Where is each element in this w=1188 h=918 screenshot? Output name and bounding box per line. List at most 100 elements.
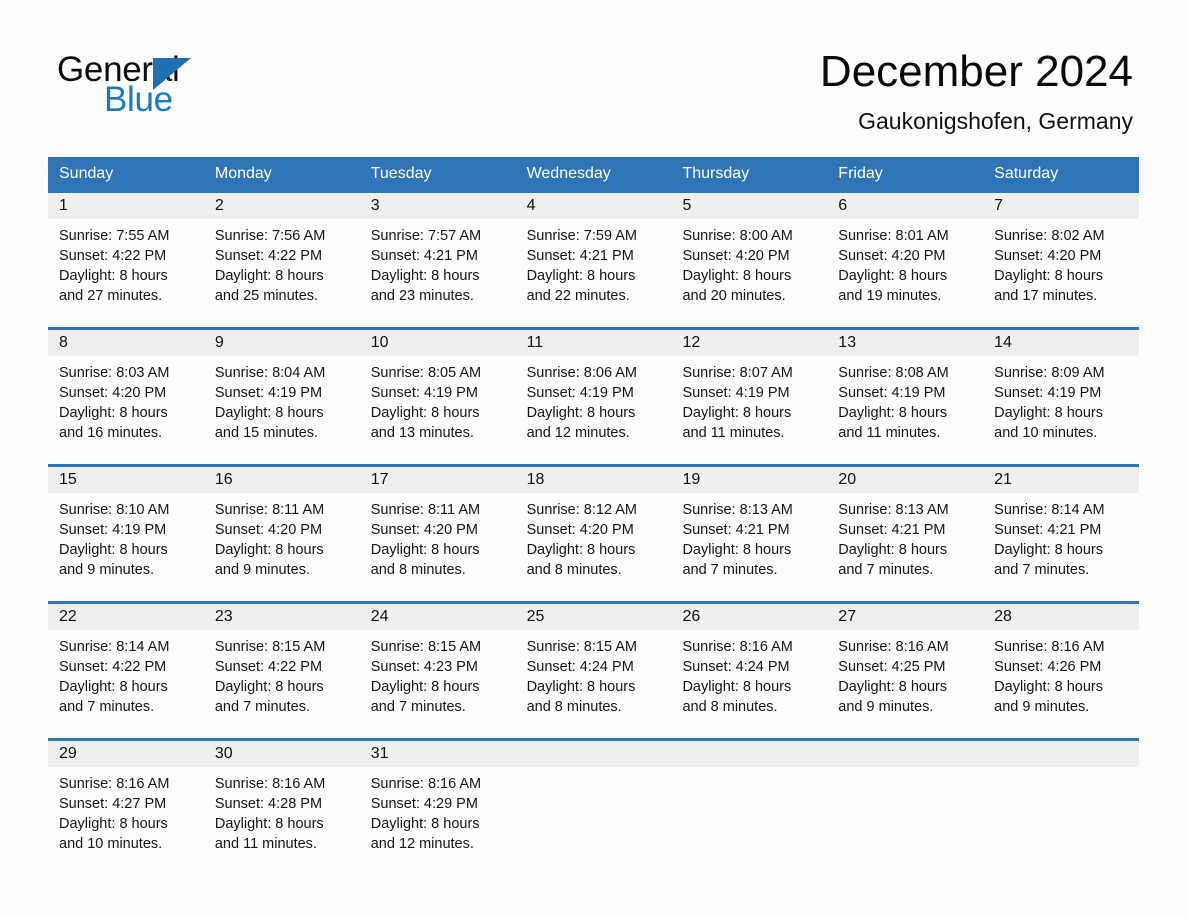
daylight-text-line1: Daylight: 8 hours bbox=[214, 405, 324, 421]
day-cell[interactable]: Sunrise: 8:02 AM Sunset: 4:20 PM Dayligh… bbox=[983, 219, 1139, 327]
day-cell[interactable]: Sunrise: 8:09 AM Sunset: 4:19 PM Dayligh… bbox=[983, 356, 1139, 464]
day-number[interactable]: 18 bbox=[516, 467, 672, 493]
daylight-text-line2: and 11 minutes. bbox=[214, 836, 317, 852]
daylight-text-line1: Daylight: 8 hours bbox=[59, 542, 168, 558]
sunset-text: Sunset: 4:21 PM bbox=[682, 522, 790, 538]
day-number[interactable]: 23 bbox=[204, 604, 360, 630]
day-number[interactable]: 28 bbox=[983, 604, 1139, 630]
daylight-text-line1: Daylight: 8 hours bbox=[59, 268, 168, 284]
day-number[interactable]: 1 bbox=[48, 193, 204, 219]
day-number[interactable]: 17 bbox=[360, 467, 516, 493]
daylight-text-line2: and 7 minutes. bbox=[370, 699, 466, 715]
day-cell[interactable]: Sunrise: 8:03 AM Sunset: 4:20 PM Dayligh… bbox=[48, 356, 204, 464]
day-number[interactable]: 9 bbox=[204, 330, 360, 356]
day-number[interactable]: 30 bbox=[204, 741, 360, 767]
daylight-text-line2: and 10 minutes. bbox=[994, 425, 1098, 441]
day-cell[interactable]: Sunrise: 7:59 AM Sunset: 4:21 PM Dayligh… bbox=[516, 219, 672, 327]
day-cell[interactable]: Sunrise: 8:15 AM Sunset: 4:22 PM Dayligh… bbox=[204, 630, 360, 738]
day-number[interactable]: 15 bbox=[48, 467, 204, 493]
sunset-text: Sunset: 4:20 PM bbox=[214, 522, 323, 538]
sunset-text: Sunset: 4:21 PM bbox=[370, 248, 478, 264]
day-number[interactable]: 3 bbox=[360, 193, 516, 219]
sunset-text: Sunset: 4:25 PM bbox=[838, 659, 946, 675]
sunset-text: Sunset: 4:22 PM bbox=[59, 659, 167, 675]
day-cell[interactable]: Sunrise: 8:10 AM Sunset: 4:19 PM Dayligh… bbox=[48, 493, 204, 601]
day-number[interactable]: 6 bbox=[827, 193, 983, 219]
generalblue-logo[interactable]: General Blue bbox=[57, 50, 257, 120]
day-cell-empty bbox=[671, 767, 827, 871]
sunrise-text: Sunrise: 8:15 AM bbox=[370, 639, 482, 655]
day-number-empty bbox=[827, 741, 983, 767]
day-number[interactable]: 20 bbox=[827, 467, 983, 493]
day-cell[interactable]: Sunrise: 8:16 AM Sunset: 4:24 PM Dayligh… bbox=[671, 630, 827, 738]
sunset-text: Sunset: 4:19 PM bbox=[838, 385, 946, 401]
day-cell[interactable]: Sunrise: 8:16 AM Sunset: 4:28 PM Dayligh… bbox=[204, 767, 360, 871]
day-number[interactable]: 16 bbox=[204, 467, 360, 493]
day-cell[interactable]: Sunrise: 7:55 AM Sunset: 4:22 PM Dayligh… bbox=[48, 219, 204, 327]
day-number[interactable]: 29 bbox=[48, 741, 204, 767]
sunset-text: Sunset: 4:22 PM bbox=[59, 248, 167, 264]
day-cell[interactable]: Sunrise: 8:06 AM Sunset: 4:19 PM Dayligh… bbox=[516, 356, 672, 464]
daylight-text-line1: Daylight: 8 hours bbox=[838, 405, 948, 421]
day-number[interactable]: 11 bbox=[516, 330, 672, 356]
weekday-header-friday: Friday bbox=[838, 165, 883, 182]
daylight-text-line1: Daylight: 8 hours bbox=[214, 268, 324, 284]
day-number[interactable]: 22 bbox=[48, 604, 204, 630]
daylight-text-line1: Daylight: 8 hours bbox=[994, 679, 1103, 695]
day-cell[interactable]: Sunrise: 8:11 AM Sunset: 4:20 PM Dayligh… bbox=[360, 493, 516, 601]
daylight-text-line2: and 9 minutes. bbox=[994, 699, 1090, 715]
day-cell[interactable]: Sunrise: 8:16 AM Sunset: 4:27 PM Dayligh… bbox=[48, 767, 204, 871]
day-number[interactable]: 27 bbox=[827, 604, 983, 630]
daylight-text-line1: Daylight: 8 hours bbox=[526, 542, 636, 558]
day-number[interactable]: 24 bbox=[360, 604, 516, 630]
day-cell[interactable]: Sunrise: 8:15 AM Sunset: 4:24 PM Dayligh… bbox=[516, 630, 672, 738]
day-cell-empty bbox=[827, 767, 983, 871]
day-number[interactable]: 19 bbox=[671, 467, 827, 493]
day-cell[interactable]: Sunrise: 8:16 AM Sunset: 4:29 PM Dayligh… bbox=[360, 767, 516, 871]
day-cell[interactable]: Sunrise: 8:13 AM Sunset: 4:21 PM Dayligh… bbox=[671, 493, 827, 601]
daylight-text-line1: Daylight: 8 hours bbox=[838, 542, 948, 558]
daylight-text-line1: Daylight: 8 hours bbox=[370, 816, 480, 832]
day-number[interactable]: 26 bbox=[671, 604, 827, 630]
day-cell[interactable]: Sunrise: 8:15 AM Sunset: 4:23 PM Dayligh… bbox=[360, 630, 516, 738]
day-cell[interactable]: Sunrise: 8:08 AM Sunset: 4:19 PM Dayligh… bbox=[827, 356, 983, 464]
day-cell[interactable]: Sunrise: 8:04 AM Sunset: 4:19 PM Dayligh… bbox=[204, 356, 360, 464]
day-number[interactable]: 4 bbox=[516, 193, 672, 219]
day-number[interactable]: 31 bbox=[360, 741, 516, 767]
sunrise-text: Sunrise: 8:03 AM bbox=[59, 365, 170, 381]
day-number[interactable]: 2 bbox=[204, 193, 360, 219]
day-number[interactable]: 5 bbox=[671, 193, 827, 219]
day-cell[interactable]: Sunrise: 7:56 AM Sunset: 4:22 PM Dayligh… bbox=[204, 219, 360, 327]
sunrise-text: Sunrise: 7:56 AM bbox=[214, 228, 326, 244]
day-cell[interactable]: Sunrise: 7:57 AM Sunset: 4:21 PM Dayligh… bbox=[360, 219, 516, 327]
day-number[interactable]: 10 bbox=[360, 330, 516, 356]
sunrise-text: Sunrise: 8:09 AM bbox=[994, 365, 1105, 381]
day-number[interactable]: 7 bbox=[983, 193, 1139, 219]
day-number[interactable]: 14 bbox=[983, 330, 1139, 356]
sunset-text: Sunset: 4:19 PM bbox=[526, 385, 634, 401]
day-cell[interactable]: Sunrise: 8:11 AM Sunset: 4:20 PM Dayligh… bbox=[204, 493, 360, 601]
day-cell[interactable]: Sunrise: 8:14 AM Sunset: 4:21 PM Dayligh… bbox=[983, 493, 1139, 601]
day-number[interactable]: 8 bbox=[48, 330, 204, 356]
day-cell[interactable]: Sunrise: 8:01 AM Sunset: 4:20 PM Dayligh… bbox=[827, 219, 983, 327]
day-number[interactable]: 12 bbox=[671, 330, 827, 356]
daylight-text-line2: and 22 minutes. bbox=[526, 288, 630, 304]
day-cell[interactable]: Sunrise: 8:00 AM Sunset: 4:20 PM Dayligh… bbox=[671, 219, 827, 327]
day-cell[interactable]: Sunrise: 8:07 AM Sunset: 4:19 PM Dayligh… bbox=[671, 356, 827, 464]
day-number[interactable]: 25 bbox=[516, 604, 672, 630]
day-number[interactable]: 13 bbox=[827, 330, 983, 356]
day-number-empty bbox=[983, 741, 1139, 767]
day-cell[interactable]: Sunrise: 8:13 AM Sunset: 4:21 PM Dayligh… bbox=[827, 493, 983, 601]
sunrise-text: Sunrise: 8:15 AM bbox=[214, 639, 326, 655]
day-cell[interactable]: Sunrise: 8:05 AM Sunset: 4:19 PM Dayligh… bbox=[360, 356, 516, 464]
day-cell[interactable]: Sunrise: 8:16 AM Sunset: 4:26 PM Dayligh… bbox=[983, 630, 1139, 738]
day-number[interactable]: 21 bbox=[983, 467, 1139, 493]
daylight-text-line1: Daylight: 8 hours bbox=[838, 268, 948, 284]
daylight-text-line2: and 9 minutes. bbox=[838, 699, 934, 715]
day-cell[interactable]: Sunrise: 8:14 AM Sunset: 4:22 PM Dayligh… bbox=[48, 630, 204, 738]
day-cell[interactable]: Sunrise: 8:12 AM Sunset: 4:20 PM Dayligh… bbox=[516, 493, 672, 601]
daylight-text-line1: Daylight: 8 hours bbox=[526, 405, 636, 421]
day-cell[interactable]: Sunrise: 8:16 AM Sunset: 4:25 PM Dayligh… bbox=[827, 630, 983, 738]
daylight-text-line1: Daylight: 8 hours bbox=[370, 542, 480, 558]
sunset-text: Sunset: 4:22 PM bbox=[214, 659, 323, 675]
